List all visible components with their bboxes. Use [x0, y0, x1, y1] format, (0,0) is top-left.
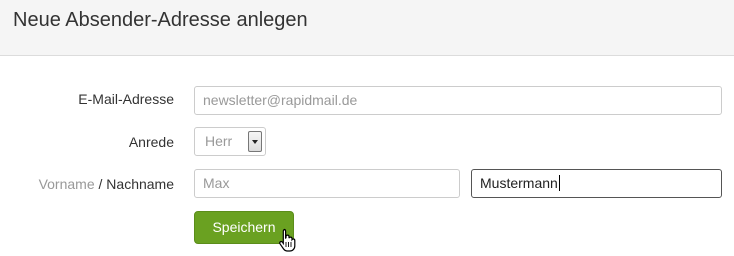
text-caret	[558, 175, 560, 192]
last-name-label: Nachname	[106, 176, 174, 192]
salutation-select[interactable]: Herr	[194, 127, 266, 156]
last-name-field[interactable]: Mustermann	[471, 169, 722, 198]
last-name-value: Mustermann	[480, 175, 558, 191]
chevron-down-icon[interactable]	[248, 131, 262, 152]
page-header: Neue Absender-Adresse anlegen	[0, 0, 734, 56]
hand-pointer-icon	[279, 228, 296, 252]
email-value: newsletter@rapidmail.de	[203, 92, 358, 108]
email-label: E-Mail-Adresse	[78, 91, 174, 107]
first-name-field[interactable]: Max	[194, 169, 460, 198]
first-name-label: Vorname	[38, 176, 95, 192]
name-separator: /	[98, 176, 103, 192]
page-title: Neue Absender-Adresse anlegen	[13, 9, 308, 31]
salutation-label: Anrede	[128, 134, 174, 150]
name-label: Vorname / Nachname	[39, 176, 174, 192]
email-field[interactable]: newsletter@rapidmail.de	[194, 86, 722, 115]
first-name-value: Max	[203, 175, 230, 191]
salutation-value: Herr	[205, 133, 233, 149]
